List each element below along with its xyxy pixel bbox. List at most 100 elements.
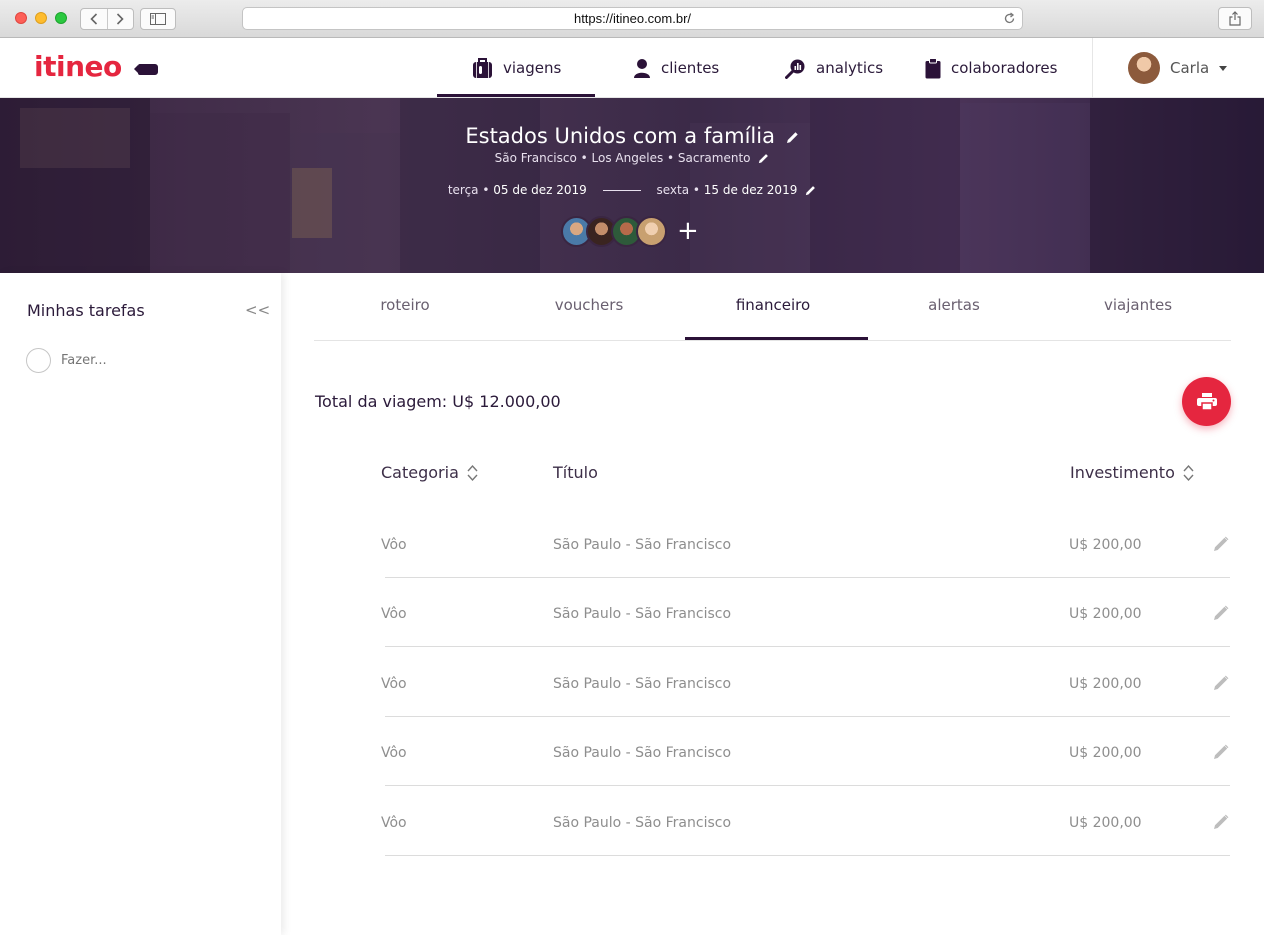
row-category: Vôo (381, 815, 407, 831)
itineo-logo[interactable]: itineo (34, 52, 122, 82)
back-button[interactable] (81, 9, 107, 29)
lit-window (292, 168, 332, 238)
table-row: Vôo São Paulo - São Francisco U$ 200,00 (381, 648, 1230, 717)
tab-roteiro[interactable]: roteiro (380, 296, 429, 314)
top-navigation: itineo viagens clientes analytics colabo… (0, 38, 1264, 98)
collapse-sidebar-button[interactable]: << (245, 301, 270, 319)
row-investment: U$ 200,00 (1069, 745, 1142, 761)
trip-title-text: Estados Unidos com a família (465, 124, 775, 148)
row-investment: U$ 200,00 (1069, 676, 1142, 692)
nav-item-analytics[interactable]: analytics (785, 38, 883, 98)
trip-tabs: roteiro vouchers financeiro alertas viaj… (314, 273, 1231, 341)
clipboard-icon (925, 57, 941, 78)
edit-title-pencil-icon[interactable] (786, 131, 799, 144)
trip-dates: terça • 05 de dez 2019 sexta • 15 de dez… (0, 183, 1264, 197)
chevron-right-icon (117, 13, 124, 25)
edit-pencil-icon[interactable] (1213, 744, 1229, 760)
row-category: Vôo (381, 676, 407, 692)
nav-label-colaboradores: colaboradores (951, 59, 1058, 77)
edit-pencil-icon[interactable] (1213, 814, 1229, 830)
reload-icon[interactable] (1003, 12, 1016, 25)
row-title: São Paulo - São Francisco (553, 745, 732, 761)
address-bar[interactable]: https://itineo.com.br/ (242, 7, 1023, 30)
logo-tag-icon (134, 64, 158, 75)
tab-viajantes[interactable]: viajantes (1104, 296, 1172, 314)
nav-item-colaboradores[interactable]: colaboradores (925, 38, 1057, 98)
sidebar-toggle-button[interactable] (140, 8, 176, 30)
row-investment: U$ 200,00 (1069, 815, 1142, 831)
caret-down-icon (1219, 65, 1228, 71)
end-date: 15 de dez 2019 (703, 183, 798, 197)
column-label-title: Título (553, 463, 598, 482)
print-button[interactable] (1182, 377, 1231, 426)
user-menu[interactable]: Carla (1128, 52, 1228, 84)
nav-item-viagens[interactable]: viagens (472, 38, 561, 98)
edit-dates-pencil-icon[interactable] (805, 185, 816, 196)
share-button[interactable] (1218, 7, 1252, 30)
task-checkbox[interactable] (26, 348, 51, 373)
minimize-window-button[interactable] (35, 12, 47, 24)
edit-pencil-icon[interactable] (1213, 605, 1229, 621)
trip-total: Total da viagem: U$ 12.000,00 (315, 392, 561, 411)
column-header-investment[interactable]: Investimento (1070, 463, 1194, 482)
row-category: Vôo (381, 606, 407, 622)
trip-hero-banner: Estados Unidos com a família São Francis… (0, 98, 1264, 273)
row-title: São Paulo - São Francisco (553, 815, 732, 831)
active-tab-indicator (685, 337, 868, 340)
tab-alertas[interactable]: alertas (928, 296, 980, 314)
end-day: sexta (656, 183, 690, 197)
user-name: Carla (1170, 59, 1210, 77)
zoom-window-button[interactable] (55, 12, 67, 24)
column-label-investment: Investimento (1070, 463, 1175, 482)
nav-label-analytics: analytics (816, 59, 884, 77)
traveler-avatar[interactable] (636, 215, 667, 247)
start-date: 05 de dez 2019 (493, 183, 587, 197)
row-title: São Paulo - São Francisco (553, 606, 732, 622)
sort-icon (467, 464, 478, 481)
nav-label-viagens: viagens (503, 59, 562, 77)
close-window-button[interactable] (15, 12, 27, 24)
edit-pencil-icon[interactable] (1213, 536, 1229, 552)
add-traveler-button[interactable]: + (677, 218, 699, 244)
sidebar-icon (150, 13, 166, 25)
share-icon (1229, 11, 1241, 26)
start-day: terça (447, 183, 479, 197)
table-row: Vôo São Paulo - São Francisco U$ 200,00 (381, 509, 1230, 578)
row-category: Vôo (381, 537, 407, 553)
column-label-category: Categoria (381, 463, 459, 482)
forward-button[interactable] (106, 9, 134, 29)
chevron-left-icon (90, 13, 97, 25)
table-row: Vôo São Paulo - São Francisco U$ 200,00 (381, 717, 1230, 786)
sidebar-title: Minhas tarefas (27, 301, 145, 320)
person-icon (634, 58, 650, 78)
traveler-avatars: + (561, 215, 699, 247)
row-investment: U$ 200,00 (1069, 537, 1142, 553)
table-row: Vôo São Paulo - São Francisco U$ 200,00 (381, 787, 1230, 856)
user-divider (1092, 38, 1093, 98)
suitcase-icon (473, 58, 492, 78)
tasks-sidebar: Minhas tarefas << (0, 273, 281, 935)
row-title: São Paulo - São Francisco (553, 676, 732, 692)
column-header-title: Título (553, 463, 598, 482)
edit-cities-pencil-icon[interactable] (758, 153, 769, 164)
trip-cities-text: São Francisco • Los Angeles • Sacramento (494, 151, 751, 165)
row-title: São Paulo - São Francisco (553, 537, 732, 553)
edit-pencil-icon[interactable] (1213, 675, 1229, 691)
tab-vouchers[interactable]: vouchers (555, 296, 624, 314)
trip-title: Estados Unidos com a família (0, 124, 1264, 148)
column-header-category[interactable]: Categoria (381, 463, 478, 482)
table-row: Vôo São Paulo - São Francisco U$ 200,00 (381, 578, 1230, 647)
active-nav-indicator (437, 94, 595, 97)
browser-toolbar: https://itineo.com.br/ (0, 0, 1264, 38)
url-text: https://itineo.com.br/ (573, 11, 692, 26)
nav-label-clientes: clientes (661, 59, 720, 77)
user-avatar (1128, 52, 1160, 84)
nav-item-clientes[interactable]: clientes (633, 38, 719, 98)
row-investment: U$ 200,00 (1069, 606, 1142, 622)
tab-financeiro[interactable]: financeiro (736, 296, 810, 314)
new-task-input[interactable] (61, 353, 241, 368)
trip-cities: São Francisco • Los Angeles • Sacramento (0, 151, 1264, 165)
sort-icon (1183, 464, 1194, 481)
history-buttons (80, 8, 134, 30)
date-range-line (602, 190, 641, 191)
